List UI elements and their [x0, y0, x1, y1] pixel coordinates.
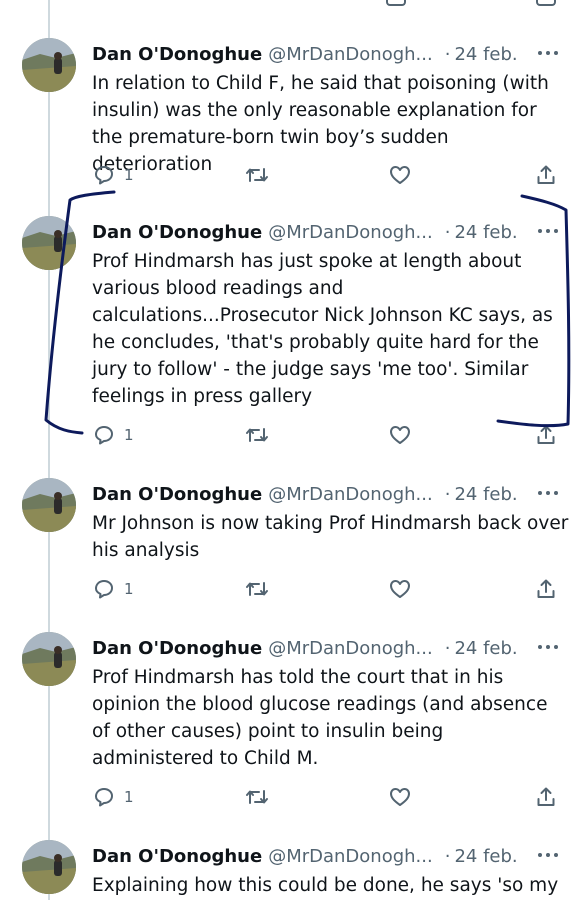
retweet-button[interactable] [244, 162, 270, 188]
reply-button[interactable]: 1 [92, 422, 134, 448]
like-icon [390, 426, 410, 444]
share-button[interactable] [534, 784, 558, 810]
tweet-header: Dan O'Donoghue @MrDanDonogh... · 24 feb. [92, 638, 518, 660]
like-icon [390, 166, 410, 184]
more-icon[interactable] [536, 483, 560, 503]
like-icon [390, 788, 410, 806]
like-button[interactable] [388, 422, 412, 448]
tweet-header: Dan O'Donoghue @MrDanDonogh... · 24 feb. [92, 484, 518, 506]
separator: · [444, 222, 451, 243]
reply-icon [95, 788, 113, 807]
author-name[interactable]: Dan O'Donoghue [92, 44, 262, 65]
like-icon [390, 580, 410, 598]
like-button[interactable] [388, 162, 412, 188]
reply-icon [95, 426, 113, 445]
thread-line [48, 0, 50, 900]
author-name[interactable]: Dan O'Donoghue [92, 638, 262, 659]
reply-count: 1 [124, 580, 134, 598]
retweet-icon [246, 168, 268, 182]
share-icon [537, 579, 555, 598]
author-handle[interactable]: @MrDanDonogh... [268, 222, 433, 243]
tweet-date[interactable]: 24 feb. [454, 484, 517, 505]
tweet-header: Dan O'Donoghue @MrDanDonogh... · 24 feb. [92, 846, 518, 868]
share-icon [537, 787, 555, 806]
reply-icon [95, 166, 113, 185]
tweet-actions: 1 [90, 784, 570, 810]
share-icon [537, 425, 555, 444]
reply-count: 1 [124, 788, 134, 806]
retweet-button[interactable] [244, 576, 270, 602]
reply-button[interactable]: 1 [92, 576, 134, 602]
retweet-icon [246, 428, 268, 442]
tweet-text: Mr Johnson is now taking Prof Hindmarsh … [92, 513, 569, 561]
retweet-icon [246, 790, 268, 804]
author-handle[interactable]: @MrDanDonogh... [268, 638, 433, 659]
avatar[interactable] [22, 840, 76, 894]
separator: · [444, 484, 451, 505]
tweet-actions: 1 [90, 422, 570, 448]
author-name[interactable]: Dan O'Donoghue [92, 222, 262, 243]
separator: · [444, 44, 451, 65]
tweet-header: Dan O'Donoghue @MrDanDonogh... · 24 feb. [92, 44, 518, 66]
like-button[interactable] [388, 576, 412, 602]
share-icon[interactable] [536, 0, 556, 6]
tweet-text: Prof Hindmarsh has just spoke at length … [92, 251, 553, 407]
share-icon [537, 165, 555, 184]
tweet-text: Prof Hindmarsh has told the court that i… [92, 667, 548, 769]
tweet-date[interactable]: 24 feb. [454, 638, 517, 659]
tweet-header: Dan O'Donoghue @MrDanDonogh... · 24 feb. [92, 222, 518, 244]
author-handle[interactable]: @MrDanDonogh... [268, 44, 433, 65]
more-icon[interactable] [536, 43, 560, 63]
share-button[interactable] [534, 422, 558, 448]
like-button[interactable] [388, 784, 412, 810]
avatar[interactable] [22, 216, 76, 270]
more-icon[interactable] [536, 221, 560, 241]
tweet-date[interactable]: 24 feb. [454, 222, 517, 243]
avatar[interactable] [22, 478, 76, 532]
author-handle[interactable]: @MrDanDonogh... [268, 846, 433, 867]
like-icon[interactable] [386, 0, 406, 6]
more-icon[interactable] [536, 845, 560, 865]
author-name[interactable]: Dan O'Donoghue [92, 846, 262, 867]
retweet-button[interactable] [244, 422, 270, 448]
tweet-date[interactable]: 24 feb. [454, 846, 517, 867]
separator: · [444, 846, 451, 867]
reply-icon [95, 580, 113, 599]
avatar[interactable] [22, 632, 76, 686]
tweet-date[interactable]: 24 feb. [454, 44, 517, 65]
share-button[interactable] [534, 576, 558, 602]
tweet-text: Explaining how this could be done, he sa… [92, 875, 559, 896]
reply-count: 1 [124, 426, 134, 444]
reply-button[interactable]: 1 [92, 162, 134, 188]
separator: · [444, 638, 451, 659]
author-name[interactable]: Dan O'Donoghue [92, 484, 262, 505]
tweet-actions: 1 [90, 576, 570, 602]
reply-count: 1 [124, 166, 134, 184]
author-handle[interactable]: @MrDanDonogh... [268, 484, 433, 505]
reply-button[interactable]: 1 [92, 784, 134, 810]
retweet-button[interactable] [244, 784, 270, 810]
more-icon[interactable] [536, 637, 560, 657]
avatar[interactable] [22, 38, 76, 92]
tweet-actions: 1 [90, 162, 570, 188]
retweet-icon [246, 582, 268, 596]
previous-tweet-actions [0, 0, 582, 14]
share-button[interactable] [534, 162, 558, 188]
